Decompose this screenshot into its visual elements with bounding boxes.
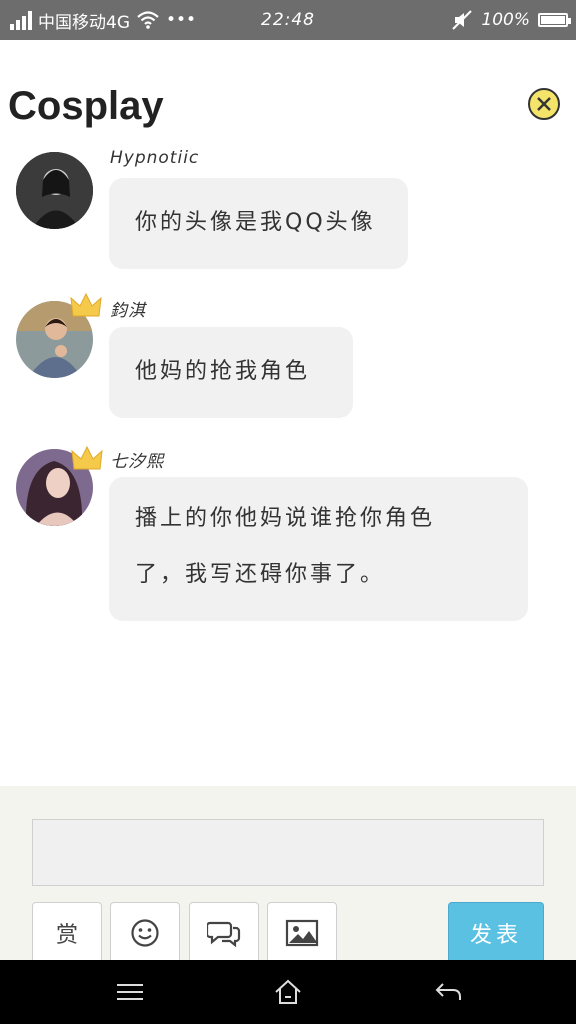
crown-icon xyxy=(71,445,103,470)
message-bubble: 播上的你他妈说谁抢你角色 了，我写还碍你事了。 xyxy=(109,477,528,621)
back-arrow-icon xyxy=(435,983,461,1000)
send-button[interactable]: 发表 xyxy=(448,902,544,962)
speech-bubbles-icon xyxy=(207,921,241,947)
menu-button[interactable] xyxy=(110,976,150,1008)
crown-icon xyxy=(70,292,102,317)
message-bubble: 他妈的抢我角色 xyxy=(109,327,353,418)
composer: 赏 发表 xyxy=(0,786,576,962)
avatar[interactable] xyxy=(16,152,93,229)
page-title: Cosplay xyxy=(8,84,164,128)
mute-icon xyxy=(452,10,473,30)
reward-button[interactable]: 赏 xyxy=(32,902,102,962)
chat-button[interactable] xyxy=(189,902,259,962)
username[interactable]: Hypnotiic xyxy=(110,148,199,168)
emoji-button[interactable] xyxy=(110,902,180,962)
battery-icon xyxy=(538,13,571,27)
comment-input[interactable] xyxy=(32,819,544,886)
message-text: 你的头像是我QQ头像 xyxy=(135,210,376,235)
username[interactable]: 七汐熙 xyxy=(110,447,164,472)
menu-icon xyxy=(117,984,143,1000)
message-bubble: 你的头像是我QQ头像 xyxy=(109,178,408,269)
message-text: 他妈的抢我角色 xyxy=(135,359,311,384)
status-bar: 中国移动4G ••• 22:48 100% xyxy=(0,0,576,40)
battery-percent: 100% xyxy=(481,10,530,30)
reward-label: 赏 xyxy=(55,922,78,948)
close-button[interactable] xyxy=(528,88,560,120)
send-label: 发表 xyxy=(469,922,522,948)
back-button[interactable] xyxy=(428,976,468,1008)
image-button[interactable] xyxy=(267,902,337,962)
avatar-image xyxy=(16,152,93,229)
smiley-icon xyxy=(131,918,159,947)
close-icon xyxy=(537,97,551,111)
message-text-line-1: 播上的你他妈说谁抢你角色 xyxy=(135,506,436,531)
home-button[interactable] xyxy=(268,976,308,1008)
username[interactable]: 鈞淇 xyxy=(110,296,146,321)
status-right: 100% xyxy=(451,0,571,40)
image-icon xyxy=(285,919,319,946)
message-text-line-2: 了，我写还碍你事了。 xyxy=(135,562,386,587)
home-icon xyxy=(275,979,301,1004)
navigation-bar xyxy=(0,960,576,1024)
